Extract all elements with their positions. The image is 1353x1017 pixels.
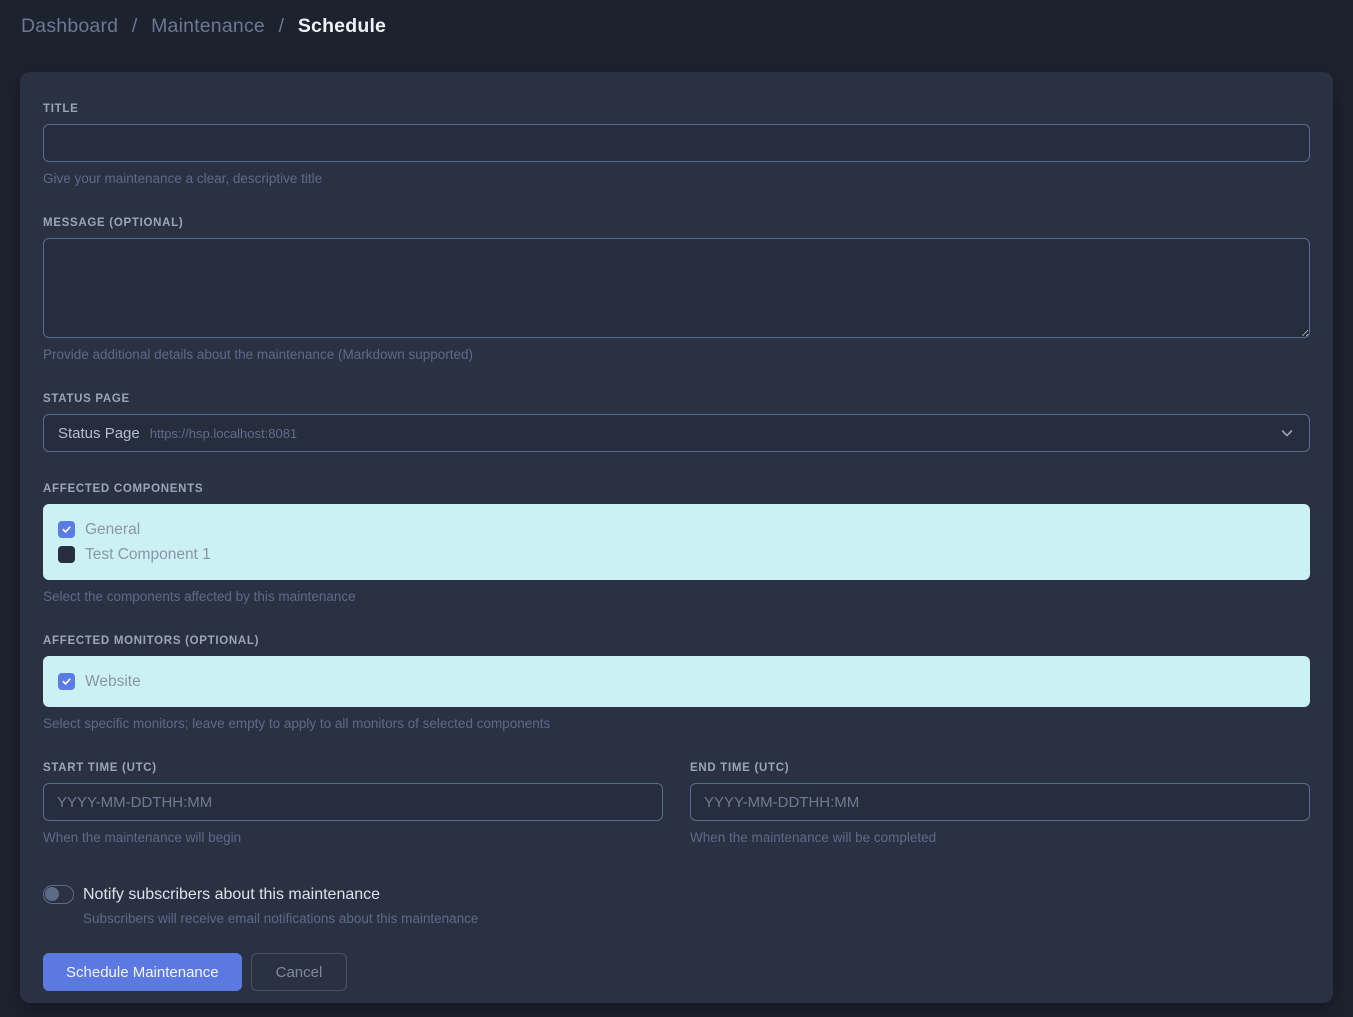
affected-components-label: AFFECTED COMPONENTS — [43, 483, 1310, 495]
title-helper: Give your maintenance a clear, descripti… — [43, 171, 1310, 186]
start-time-field-group: START TIME (UTC) When the maintenance wi… — [43, 762, 663, 845]
toggle-knob — [45, 887, 59, 901]
component-label-general: General — [85, 521, 140, 539]
title-field-group: TITLE Give your maintenance a clear, des… — [43, 103, 1310, 186]
time-fields-row: START TIME (UTC) When the maintenance wi… — [43, 762, 1310, 845]
breadcrumb: Dashboard / Maintenance / Schedule — [0, 0, 1353, 52]
start-time-helper: When the maintenance will begin — [43, 830, 663, 845]
breadcrumb-separator: / — [279, 15, 285, 37]
schedule-maintenance-form-card: TITLE Give your maintenance a clear, des… — [20, 72, 1333, 1003]
affected-components-helper: Select the components affected by this m… — [43, 589, 1310, 604]
status-page-selected-name: Status Page — [58, 425, 140, 442]
component-checkbox-row-general[interactable]: General — [58, 517, 1295, 542]
notify-helper: Subscribers will receive email notificat… — [83, 911, 1310, 926]
cancel-button[interactable]: Cancel — [251, 953, 348, 991]
status-page-selected-url: https://hsp.localhost:8081 — [150, 426, 297, 441]
start-time-label: START TIME (UTC) — [43, 762, 663, 774]
title-label: TITLE — [43, 103, 1310, 115]
breadcrumb-dashboard[interactable]: Dashboard — [21, 15, 118, 37]
monitor-checkbox-row-website[interactable]: Website — [58, 669, 1295, 694]
checkbox-checked-icon[interactable] — [58, 521, 75, 538]
message-field-group: MESSAGE (OPTIONAL) Provide additional de… — [43, 217, 1310, 362]
end-time-helper: When the maintenance will be completed — [690, 830, 1310, 845]
form-actions: Schedule Maintenance Cancel — [43, 953, 1310, 991]
affected-monitors-label: AFFECTED MONITORS (OPTIONAL) — [43, 635, 1310, 647]
end-time-label: END TIME (UTC) — [690, 762, 1310, 774]
breadcrumb-separator: / — [132, 15, 138, 37]
end-time-field-group: END TIME (UTC) When the maintenance will… — [690, 762, 1310, 845]
affected-monitors-helper: Select specific monitors; leave empty to… — [43, 716, 1310, 731]
notify-toggle-switch-off[interactable] — [43, 885, 74, 904]
status-page-field-group: STATUS PAGE Status Page https://hsp.loca… — [43, 393, 1310, 452]
status-page-select[interactable]: Status Page https://hsp.localhost:8081 — [43, 414, 1310, 452]
start-time-input[interactable] — [43, 783, 663, 821]
notify-toggle-section: Notify subscribers about this maintenanc… — [43, 885, 1310, 926]
monitor-label-website: Website — [85, 673, 141, 691]
status-page-label: STATUS PAGE — [43, 393, 1310, 405]
affected-components-panel: General Test Component 1 — [43, 504, 1310, 580]
title-input[interactable] — [43, 124, 1310, 162]
checkbox-unchecked-icon[interactable] — [58, 546, 75, 563]
notify-toggle-row[interactable]: Notify subscribers about this maintenanc… — [43, 885, 1310, 904]
message-label: MESSAGE (OPTIONAL) — [43, 217, 1310, 229]
breadcrumb-current-schedule: Schedule — [298, 15, 386, 37]
message-helper: Provide additional details about the mai… — [43, 347, 1310, 362]
component-label-test-component-1: Test Component 1 — [85, 546, 211, 564]
message-textarea[interactable] — [43, 238, 1310, 338]
schedule-maintenance-button[interactable]: Schedule Maintenance — [43, 953, 242, 991]
affected-components-field-group: AFFECTED COMPONENTS General Test Compone… — [43, 483, 1310, 604]
affected-monitors-panel: Website — [43, 656, 1310, 707]
end-time-input[interactable] — [690, 783, 1310, 821]
checkbox-checked-icon[interactable] — [58, 673, 75, 690]
breadcrumb-maintenance[interactable]: Maintenance — [151, 15, 265, 37]
chevron-down-icon — [1279, 425, 1295, 441]
component-checkbox-row-test-component-1[interactable]: Test Component 1 — [58, 542, 1295, 567]
notify-toggle-label: Notify subscribers about this maintenanc… — [83, 886, 380, 904]
affected-monitors-field-group: AFFECTED MONITORS (OPTIONAL) Website Sel… — [43, 635, 1310, 731]
